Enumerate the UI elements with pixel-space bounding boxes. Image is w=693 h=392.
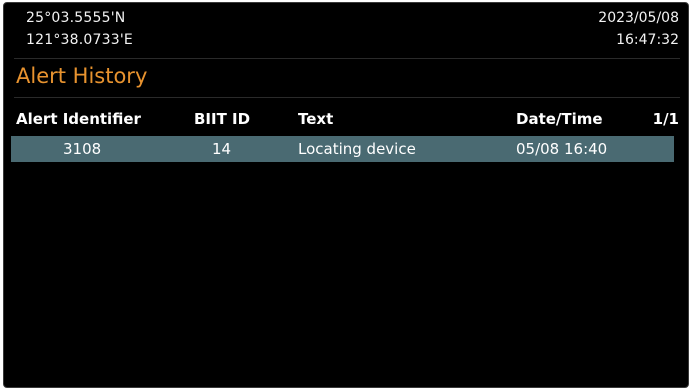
column-header-alert-identifier: Alert Identifier [16, 110, 141, 128]
table-row[interactable]: 3108 14 Locating device 05/08 16:40 [11, 136, 674, 162]
column-header-text: Text [298, 110, 334, 128]
alert-history-screen: 25°03.5555'N 121°38.0733'E 2023/05/08 16… [3, 2, 689, 388]
column-header-biit-id: BIIT ID [194, 110, 251, 128]
latitude-readout: 25°03.5555'N [26, 10, 126, 26]
status-bar: 25°03.5555'N 121°38.0733'E 2023/05/08 16… [4, 3, 688, 59]
status-divider [14, 58, 680, 59]
cell-date-time: 05/08 16:40 [516, 140, 608, 158]
title-divider [14, 97, 680, 98]
cell-biit-id: 14 [212, 140, 232, 158]
time-readout: 16:47:32 [616, 32, 679, 48]
cell-text: Locating device [298, 140, 416, 158]
page-indicator: 1/1 [652, 110, 679, 128]
column-header-date-time: Date/Time [516, 110, 603, 128]
date-readout: 2023/05/08 [598, 10, 679, 26]
page-title: Alert History [16, 64, 148, 88]
table-header: Alert Identifier BIIT ID Text Date/Time … [4, 107, 688, 131]
cell-alert-identifier: 3108 [63, 140, 102, 158]
longitude-readout: 121°38.0733'E [26, 32, 133, 48]
